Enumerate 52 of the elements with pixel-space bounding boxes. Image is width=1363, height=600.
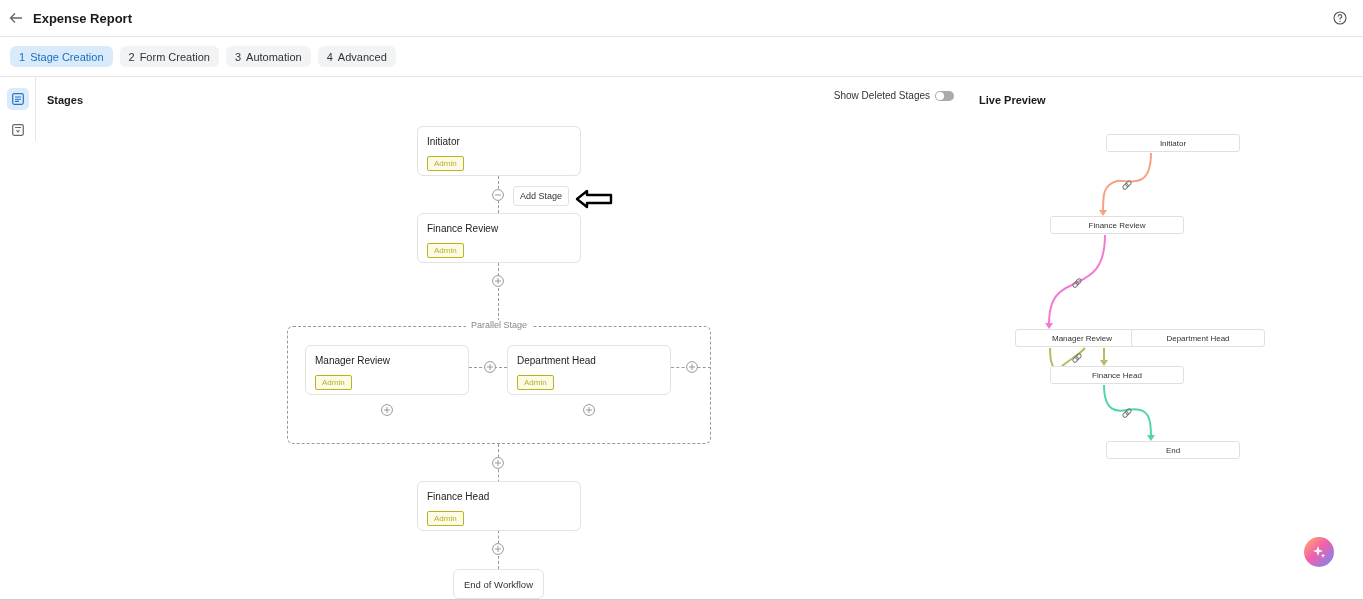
toggle-switch[interactable] <box>935 90 954 101</box>
stage-name: Department Head <box>517 355 597 366</box>
link-icon <box>1071 277 1083 289</box>
toggle-label: Show Deleted Stages <box>833 90 930 101</box>
step-tab[interactable]: 1 Stage Creation <box>10 46 113 67</box>
role-tag: Admin <box>427 243 464 258</box>
stage-card[interactable]: Finance Head Admin <box>417 481 581 531</box>
add-step-button[interactable] <box>492 275 504 287</box>
role-tag: Admin <box>517 375 554 390</box>
stage-card[interactable]: Manager Review Admin <box>305 345 469 395</box>
stage-card[interactable]: Department Head Admin <box>507 345 671 395</box>
preview-node: Finance Review <box>1050 216 1184 234</box>
form-icon <box>11 124 24 136</box>
list-view-button[interactable] <box>6 88 29 110</box>
end-node: End of Workflow <box>453 569 544 599</box>
panel-title: Live Preview <box>979 94 1046 106</box>
ai-assistant-button[interactable] <box>1304 537 1334 567</box>
stage-card[interactable]: Finance Review Admin <box>417 213 581 263</box>
stage-name: Finance Head <box>427 491 491 502</box>
help-button[interactable] <box>1333 11 1347 25</box>
back-button[interactable] <box>9 12 23 24</box>
add-step-button[interactable] <box>492 543 504 555</box>
preview-node: Finance Head <box>1050 366 1184 384</box>
stage-name: Manager Review <box>315 355 392 366</box>
page-title: Expense Report <box>33 10 133 26</box>
stage-name: Initiator <box>427 136 461 147</box>
link-icon <box>1121 179 1133 191</box>
role-tag: Admin <box>427 511 464 526</box>
arrow-icon <box>575 189 613 209</box>
panel-title: Stages <box>47 94 84 106</box>
role-tag: Admin <box>427 156 464 171</box>
preview-node: Initiator <box>1106 134 1240 152</box>
add-step-button[interactable] <box>686 361 698 373</box>
add-step-button[interactable] <box>583 404 595 416</box>
add-stage-button[interactable]: Add Stage <box>513 186 569 206</box>
sparkle-icon <box>1312 545 1326 559</box>
stage-card[interactable]: Initiator Admin <box>417 126 581 176</box>
role-tag: Admin <box>315 375 352 390</box>
add-step-button[interactable] <box>492 457 504 469</box>
list-icon <box>11 93 24 105</box>
group-label: Parallel Stage <box>466 320 532 330</box>
add-step-button[interactable] <box>484 361 496 373</box>
step-tab[interactable]: 3 Automation <box>225 46 311 67</box>
link-icon <box>1121 407 1133 419</box>
step-tab[interactable]: 2 Form Creation <box>119 46 219 67</box>
preview-node: Department Head <box>1131 329 1265 347</box>
add-step-button[interactable] <box>381 404 393 416</box>
preview-node: End <box>1106 441 1240 459</box>
stage-name: Finance Review <box>427 223 500 234</box>
link-icon <box>1071 352 1083 364</box>
remove-step-button[interactable] <box>492 189 504 201</box>
step-tab[interactable]: 4 Advanced <box>317 46 396 67</box>
